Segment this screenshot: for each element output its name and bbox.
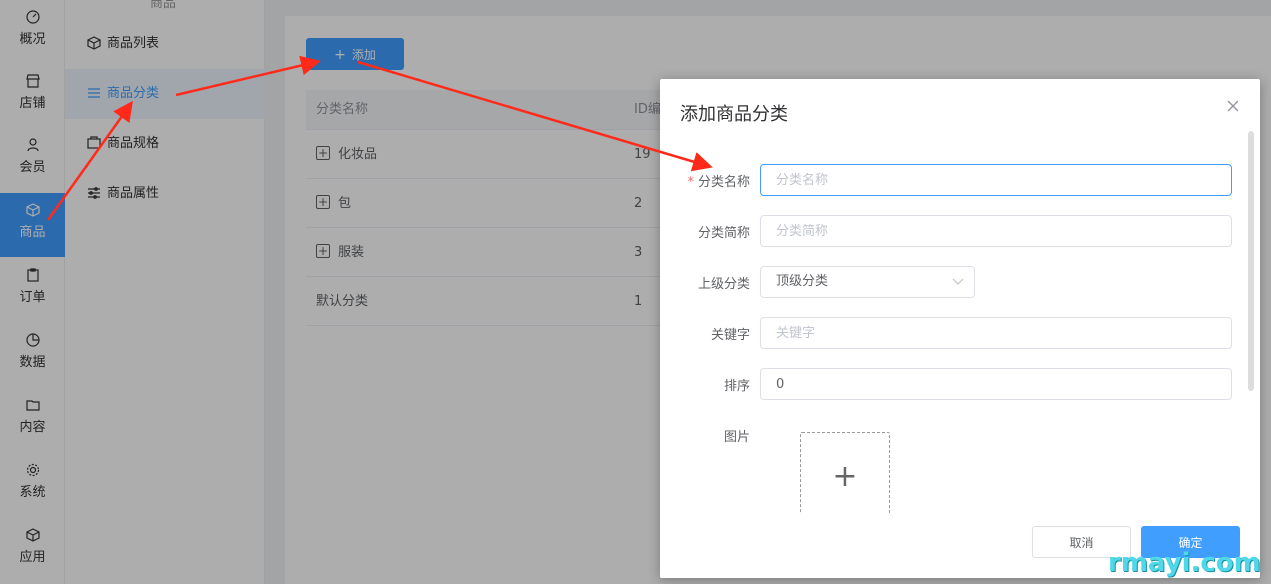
name-label: * 分类名称	[687, 175, 750, 190]
short-name-label: 分类简称	[697, 226, 750, 241]
watermark: rmayi.com	[1108, 548, 1261, 578]
sort-label: 排序	[723, 379, 750, 394]
required-mark: *	[687, 175, 694, 190]
category-name-input[interactable]	[760, 164, 1232, 196]
plus-icon: +	[832, 459, 858, 494]
parent-select-value: 顶级分类	[776, 274, 829, 289]
keyword-label: 关键字	[710, 328, 750, 343]
add-category-dialog: 添加商品分类 *分类名称 分类简称 上级分类 顶级分类 关键字 排序 图片 + …	[660, 79, 1260, 578]
keyword-input[interactable]	[760, 317, 1232, 349]
sort-input[interactable]	[760, 368, 1232, 400]
dialog-scrollbar[interactable]	[1248, 131, 1254, 391]
chevron-down-icon	[952, 278, 964, 285]
image-label: 图片	[723, 430, 750, 445]
dialog-title: 添加商品分类	[680, 104, 788, 125]
parent-label: 上级分类	[697, 277, 750, 292]
image-upload[interactable]: +	[800, 432, 890, 522]
category-short-name-input[interactable]	[760, 215, 1232, 247]
parent-category-select[interactable]: 顶级分类	[760, 266, 975, 298]
close-icon[interactable]	[1226, 99, 1240, 113]
